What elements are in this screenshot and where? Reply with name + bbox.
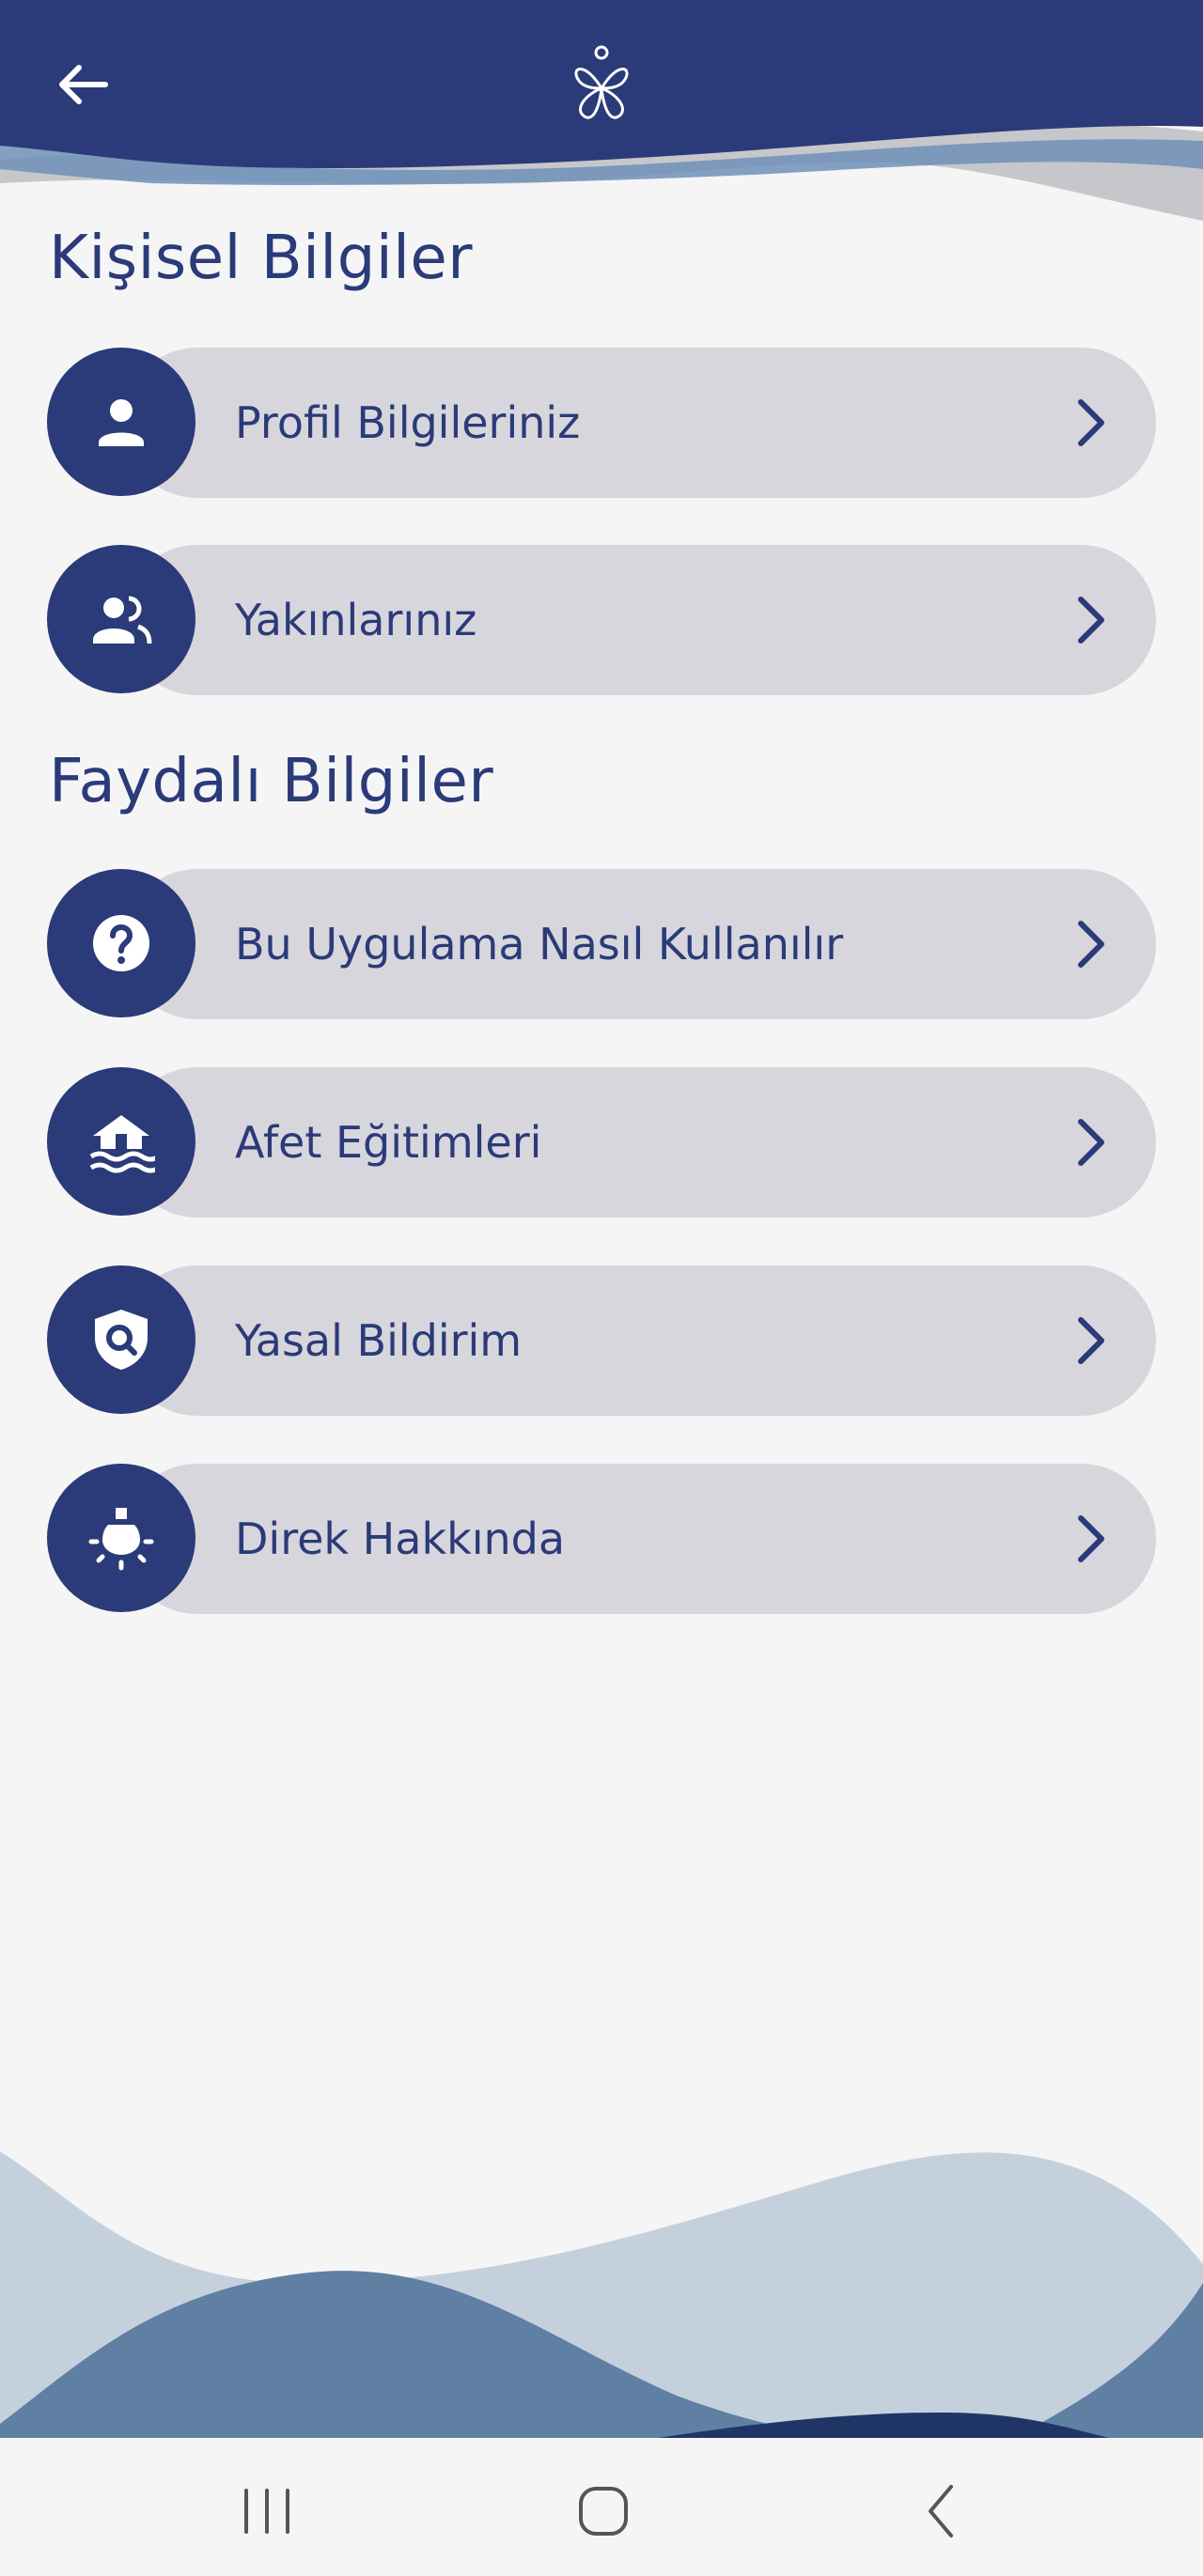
system-navigation-bar xyxy=(0,2438,1203,2576)
menu-item-profile[interactable]: Profil Bilgileriniz xyxy=(47,348,1156,498)
section-title-personal: Kişisel Bilgiler xyxy=(49,224,474,293)
chevron-right-icon xyxy=(1078,399,1104,446)
menu-item-disaster-training[interactable]: Afet Eğitimleri xyxy=(47,1067,1156,1218)
home-icon xyxy=(579,2487,628,2536)
menu-item-label: Yasal Bildirim xyxy=(235,1315,523,1366)
menu-item-legal-notice[interactable]: Yasal Bildirim xyxy=(47,1265,1156,1416)
bottom-wave-decoration xyxy=(0,2151,1203,2438)
chevron-right-icon xyxy=(1078,921,1104,968)
menu-item-icon-circle xyxy=(47,545,195,693)
recent-apps-icon xyxy=(244,2489,289,2534)
shield-search-icon xyxy=(95,1310,148,1370)
chevron-right-icon xyxy=(1078,1119,1104,1166)
chevron-right-icon xyxy=(1078,1515,1104,1562)
arrow-left-icon xyxy=(59,65,108,104)
menu-item-relatives[interactable]: Yakınlarınız xyxy=(47,545,1156,695)
people-icon xyxy=(93,596,152,644)
menu-item-icon-circle xyxy=(47,869,195,1017)
recent-apps-button[interactable] xyxy=(229,2474,305,2549)
app-header xyxy=(0,0,1203,225)
person-icon xyxy=(99,399,144,446)
menu-item-icon-circle xyxy=(47,1265,195,1414)
back-button[interactable] xyxy=(49,49,124,124)
nav-back-icon xyxy=(929,2485,953,2537)
menu-item-label: Afet Eğitimleri xyxy=(235,1117,542,1168)
help-icon xyxy=(93,915,149,971)
menu-item-how-to-use[interactable]: Bu Uygulama Nasıl Kullanılır xyxy=(47,869,1156,1019)
lightbulb-icon xyxy=(88,1508,154,1571)
chevron-right-icon xyxy=(1078,597,1104,644)
menu-item-icon-circle xyxy=(47,1464,195,1612)
app-logo xyxy=(564,41,639,126)
menu-item-label: Profil Bilgileriniz xyxy=(235,397,581,448)
flood-house-icon xyxy=(89,1115,155,1173)
menu-item-icon-circle xyxy=(47,348,195,496)
menu-item-about-direk[interactable]: Direk Hakkında xyxy=(47,1464,1156,1614)
menu-item-label: Yakınlarınız xyxy=(235,595,477,645)
menu-item-label: Direk Hakkında xyxy=(235,1513,566,1564)
nav-back-button[interactable] xyxy=(904,2474,979,2549)
chevron-right-icon xyxy=(1078,1317,1104,1364)
section-title-useful: Faydalı Bilgiler xyxy=(49,747,494,816)
home-button[interactable] xyxy=(566,2474,641,2549)
menu-item-label: Bu Uygulama Nasıl Kullanılır xyxy=(235,919,844,970)
app-logo-icon xyxy=(574,45,629,119)
menu-item-icon-circle xyxy=(47,1067,195,1216)
